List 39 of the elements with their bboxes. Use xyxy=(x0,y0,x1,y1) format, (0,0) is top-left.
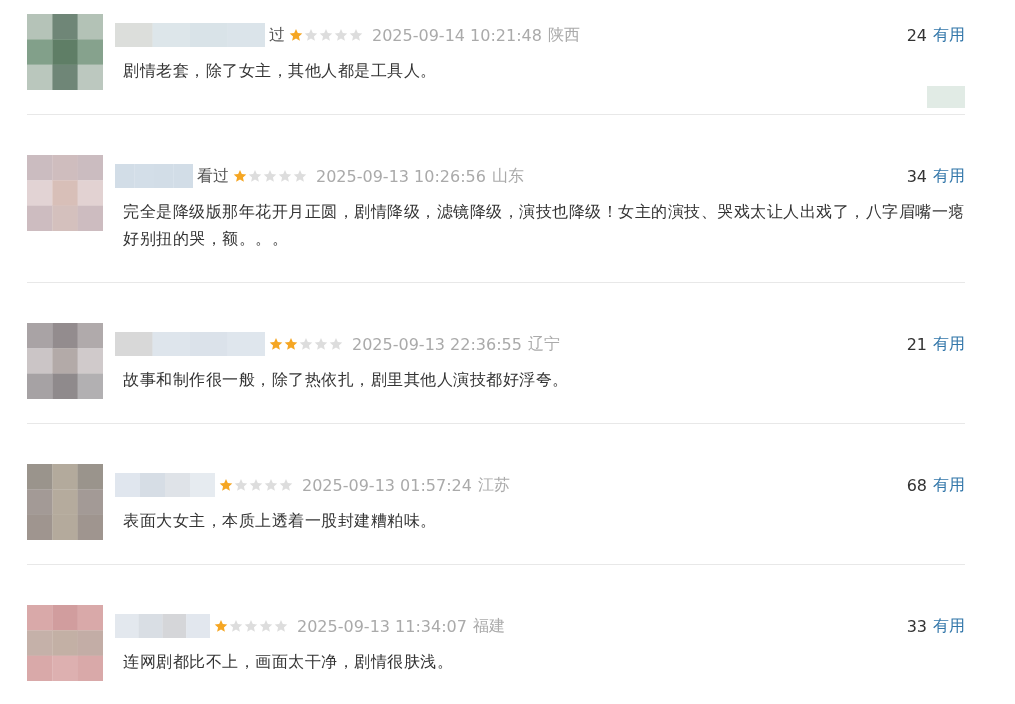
useful-link[interactable]: 有用 xyxy=(933,333,965,355)
filled-star-icon xyxy=(284,337,298,351)
vote-count: 24 xyxy=(906,25,927,45)
review-comment: 完全是降级版那年花开月正圆，剧情降级，滤镜降级，演技也降级！女主的演技、哭戏太让人出戏了，八字眉嘴一瘪好别扭的哭，额。。。 xyxy=(123,201,965,250)
watch-status: 看过 xyxy=(197,165,229,187)
review-comment: 故事和制作很一般，除了热依扎，剧里其他人演技都好浮夸。 xyxy=(123,369,570,391)
blurred-badge xyxy=(927,86,965,108)
avatar[interactable] xyxy=(27,464,103,540)
review-time: 2025-09-13 22:36:55 xyxy=(352,334,522,354)
useful-link[interactable]: 有用 xyxy=(933,24,965,46)
review-region: 福建 xyxy=(472,615,505,637)
avatar[interactable] xyxy=(27,323,103,399)
review-time: 2025-09-13 01:57:24 xyxy=(302,475,472,495)
review-comment: 表面大女主，本质上透着一股封建糟粕味。 xyxy=(123,510,438,532)
vote-count: 68 xyxy=(906,475,927,495)
useful-link[interactable]: 有用 xyxy=(933,615,965,637)
vote-count: 21 xyxy=(906,334,927,354)
review-region: 江苏 xyxy=(477,474,510,496)
avatar[interactable] xyxy=(27,155,103,231)
filled-star-icon xyxy=(214,619,228,633)
review-region: 辽宁 xyxy=(527,333,560,355)
avatar[interactable] xyxy=(27,14,103,90)
vote-count: 33 xyxy=(906,616,927,636)
filled-star-icon xyxy=(233,169,247,183)
filled-star-icon xyxy=(289,28,303,42)
review-time: 2025-09-13 11:34:07 xyxy=(297,616,467,636)
filled-star-icon xyxy=(269,337,283,351)
review-region: 陕西 xyxy=(547,24,580,46)
useful-link[interactable]: 有用 xyxy=(933,474,965,496)
avatar[interactable] xyxy=(27,605,103,681)
review-time: 2025-09-13 10:26:56 xyxy=(316,166,486,186)
review-comment: 剧情老套，除了女主，其他人都是工具人。 xyxy=(123,60,438,82)
useful-link[interactable]: 有用 xyxy=(933,165,965,187)
review-comment: 连网剧都比不上，画面太干净，剧情很肤浅。 xyxy=(123,651,454,673)
review-time: 2025-09-14 10:21:48 xyxy=(372,25,542,45)
watch-status: 过 xyxy=(269,24,285,46)
vote-count: 34 xyxy=(906,166,927,186)
review-region: 山东 xyxy=(491,165,524,187)
filled-star-icon xyxy=(219,478,233,492)
